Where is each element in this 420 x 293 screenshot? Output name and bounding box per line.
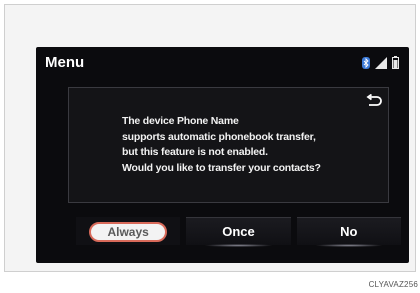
message-line: Would you like to transfer your contacts… [122, 161, 321, 174]
transfer-dialog: The device Phone Name supports automatic… [68, 87, 389, 203]
once-button[interactable]: Once [186, 217, 291, 247]
signal-strength-icon [375, 57, 387, 69]
message-line: but this feature is not enabled. [122, 146, 268, 158]
always-button-label: Always [89, 221, 168, 242]
always-button[interactable]: Always [76, 217, 181, 245]
once-button-label: Once [222, 224, 255, 239]
battery-icon [392, 56, 399, 69]
no-button-label: No [340, 224, 358, 239]
bluetooth-icon [362, 57, 370, 69]
button-glow [314, 244, 383, 247]
back-arrow-icon[interactable] [366, 94, 382, 108]
screen-title: Menu [45, 54, 85, 71]
no-button[interactable]: No [296, 217, 401, 247]
dialog-message: The device Phone Name supports automatic… [122, 114, 382, 176]
message-line: supports automatic phonebook transfer, [122, 130, 316, 143]
figure-code: CLYAVAZ256 [368, 280, 418, 289]
display-screen: Menu The device Phone Name supports auto… [36, 47, 409, 263]
dialog-button-row: Always Once No [76, 217, 401, 247]
message-line: The device Phone Name [122, 115, 239, 127]
figure-frame: Menu The device Phone Name supports auto… [4, 4, 416, 272]
button-glow [204, 244, 273, 247]
status-bar [362, 56, 399, 69]
